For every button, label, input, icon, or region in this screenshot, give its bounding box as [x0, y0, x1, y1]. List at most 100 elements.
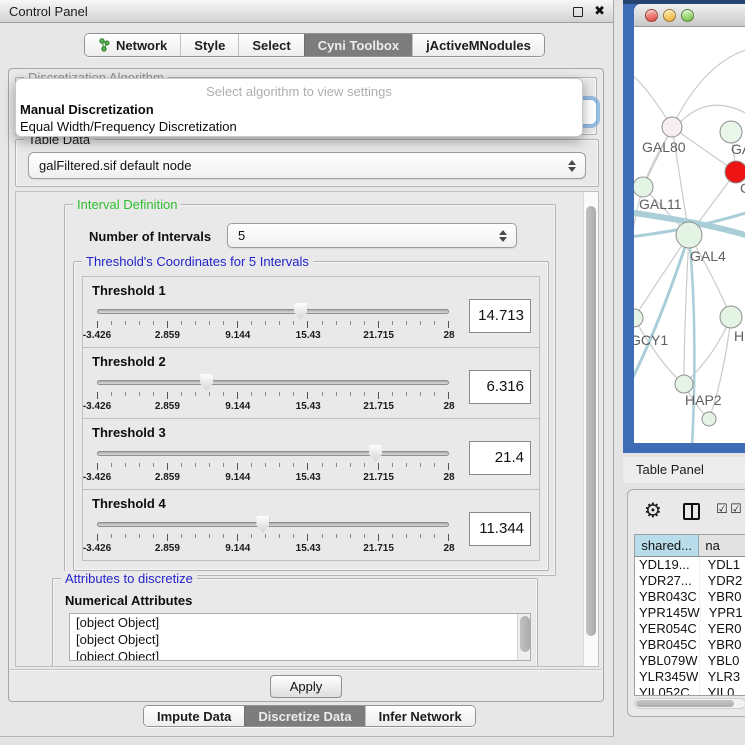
slider-handle[interactable] — [294, 303, 307, 320]
threshold-slider[interactable]: -3.4262.8599.14415.4321.71528 — [97, 277, 449, 349]
table-row[interactable]: YER054C YER0 — [635, 621, 745, 637]
network-edge[interactable] — [634, 318, 684, 384]
cell-shared-name[interactable]: YPR145W — [635, 605, 701, 621]
network-edge[interactable] — [684, 235, 689, 384]
checkbox-icon[interactable]: ☑ — [716, 502, 728, 517]
slider-handle[interactable] — [369, 445, 382, 462]
slider-handle[interactable] — [256, 516, 269, 533]
threshold-slider[interactable]: -3.4262.8599.14415.4321.71528 — [97, 419, 449, 491]
table-panel-titlebar[interactable]: Table Panel — [623, 457, 745, 483]
network-node-label: GAL11 — [639, 196, 682, 212]
cell-shared-name[interactable]: YBR045C — [635, 637, 700, 653]
network-edge-thick[interactable] — [689, 235, 694, 443]
cell-shared-name[interactable]: YLR345W — [635, 669, 700, 685]
cell-shared-name[interactable]: YIL052C — [635, 685, 700, 696]
table-row[interactable]: YBR043C YBR0 — [635, 589, 745, 605]
attribute-list-item[interactable]: [object Object] — [70, 631, 530, 648]
column-header-name[interactable]: na — [699, 535, 745, 556]
table-row[interactable]: YLR345W YLR3 — [635, 669, 745, 685]
table-row[interactable]: YDL19... YDL1 — [635, 557, 745, 573]
table-horizontal-scrollbar[interactable] — [634, 698, 745, 709]
slider-track[interactable] — [97, 309, 449, 314]
slider-track[interactable] — [97, 380, 449, 385]
cell-name[interactable]: YDR2 — [700, 573, 745, 589]
tab-style[interactable]: Style — [180, 34, 238, 56]
cell-name[interactable]: YPR1 — [701, 605, 745, 621]
network-edge[interactable] — [672, 49, 745, 127]
attribute-list-item[interactable]: [object Object] — [70, 648, 530, 661]
network-window-titlebar[interactable] — [634, 4, 745, 27]
checkbox-icon[interactable]: ☑ — [730, 502, 742, 517]
threshold-slider[interactable]: -3.4262.8599.14415.4321.71528 — [97, 348, 449, 420]
table-row[interactable]: YIL052C YIL0 — [635, 685, 745, 696]
algorithm-option-manual[interactable]: Manual Discretization — [16, 101, 582, 118]
network-node[interactable] — [720, 306, 742, 328]
table-row[interactable]: YPR145W YPR1 — [635, 605, 745, 621]
settings-scrollbar[interactable] — [583, 192, 598, 666]
slider-ticks — [97, 463, 449, 471]
algorithm-option-equal-width[interactable]: Equal Width/Frequency Discretization — [16, 118, 582, 135]
table-row[interactable]: YDR27... YDR2 — [635, 573, 745, 589]
table-row[interactable]: YBL079W YBL0 — [635, 653, 745, 669]
tab-cyni-toolbox[interactable]: Cyni Toolbox — [304, 34, 412, 56]
control-panel-titlebar[interactable]: Control Panel ✖ — [0, 0, 613, 23]
cell-shared-name[interactable]: YBL079W — [635, 653, 700, 669]
cell-name[interactable]: YDL1 — [700, 557, 745, 573]
close-traffic-light[interactable] — [645, 9, 658, 22]
close-icon[interactable]: ✖ — [594, 3, 605, 19]
network-node[interactable] — [720, 121, 742, 143]
slider-track[interactable] — [97, 522, 449, 527]
number-of-intervals-spinner[interactable]: 5 — [227, 223, 517, 248]
network-edge-thick[interactable] — [634, 235, 689, 387]
threshold-value-field[interactable]: 21.4 — [469, 441, 531, 475]
attribute-list-item[interactable]: [object Object] — [70, 614, 530, 631]
tab-cyni-toolbox-label: Cyni Toolbox — [318, 38, 399, 53]
cell-name[interactable]: YLR3 — [700, 669, 745, 685]
minimize-traffic-light[interactable] — [663, 9, 676, 22]
gear-icon[interactable]: ⚙ — [644, 498, 662, 522]
network-node[interactable] — [662, 117, 682, 137]
apply-button[interactable]: Apply — [270, 675, 342, 698]
cell-name[interactable]: YBL0 — [700, 653, 745, 669]
cell-name[interactable]: YBR0 — [700, 637, 745, 653]
algorithm-placeholder-item[interactable]: Select algorithm to view settings — [16, 82, 582, 101]
column-header-shared-name[interactable]: shared... — [635, 535, 699, 556]
network-node[interactable] — [676, 222, 702, 248]
cell-shared-name[interactable]: YER054C — [635, 621, 700, 637]
table-data-combobox[interactable]: galFiltered.sif default node — [28, 152, 586, 179]
threshold-value-field[interactable]: 11.344 — [469, 512, 531, 546]
slider-handle[interactable] — [200, 374, 213, 391]
tab-select[interactable]: Select — [238, 34, 303, 56]
network-edge[interactable] — [684, 317, 731, 384]
settings-scrollbar-thumb[interactable] — [586, 206, 596, 636]
number-of-intervals-label: Number of Intervals — [89, 229, 211, 244]
slider-track[interactable] — [97, 451, 449, 456]
tab-infer-network[interactable]: Infer Network — [365, 706, 475, 726]
network-edge[interactable] — [634, 235, 689, 318]
threshold-value-field[interactable]: 14.713 — [469, 299, 531, 333]
cell-shared-name[interactable]: YDR27... — [635, 573, 700, 589]
tab-impute-data[interactable]: Impute Data — [144, 706, 244, 726]
network-node[interactable] — [702, 412, 716, 426]
table-row[interactable]: YBR045C YBR0 — [635, 637, 745, 653]
network-node[interactable] — [634, 309, 643, 327]
tab-network[interactable]: Network — [85, 34, 180, 56]
threshold-value-field[interactable]: 6.316 — [469, 370, 531, 404]
cell-name[interactable]: YER0 — [700, 621, 745, 637]
table-scrollbar-thumb[interactable] — [636, 700, 734, 707]
tab-jactivemnodules[interactable]: jActiveMNodules — [412, 34, 544, 56]
threshold-slider[interactable]: -3.4262.8599.14415.4321.71528 — [97, 490, 449, 562]
attribute-scrollbar-thumb[interactable] — [520, 616, 530, 652]
float-window-icon[interactable] — [573, 7, 583, 17]
cell-shared-name[interactable]: YBR043C — [635, 589, 700, 605]
network-canvas[interactable]: GAL80GACGAL11GAL4GCY1HHAP2 — [634, 27, 745, 443]
cell-name[interactable]: YIL0 — [700, 685, 745, 696]
attribute-list-scrollbar[interactable] — [517, 614, 530, 660]
split-view-icon[interactable] — [683, 503, 700, 520]
tab-discretize-data[interactable]: Discretize Data — [244, 706, 364, 726]
zoom-traffic-light[interactable] — [681, 9, 694, 22]
cell-shared-name[interactable]: YDL19... — [635, 557, 700, 573]
network-node[interactable] — [675, 375, 693, 393]
cell-name[interactable]: YBR0 — [700, 589, 745, 605]
network-node[interactable] — [634, 177, 653, 197]
